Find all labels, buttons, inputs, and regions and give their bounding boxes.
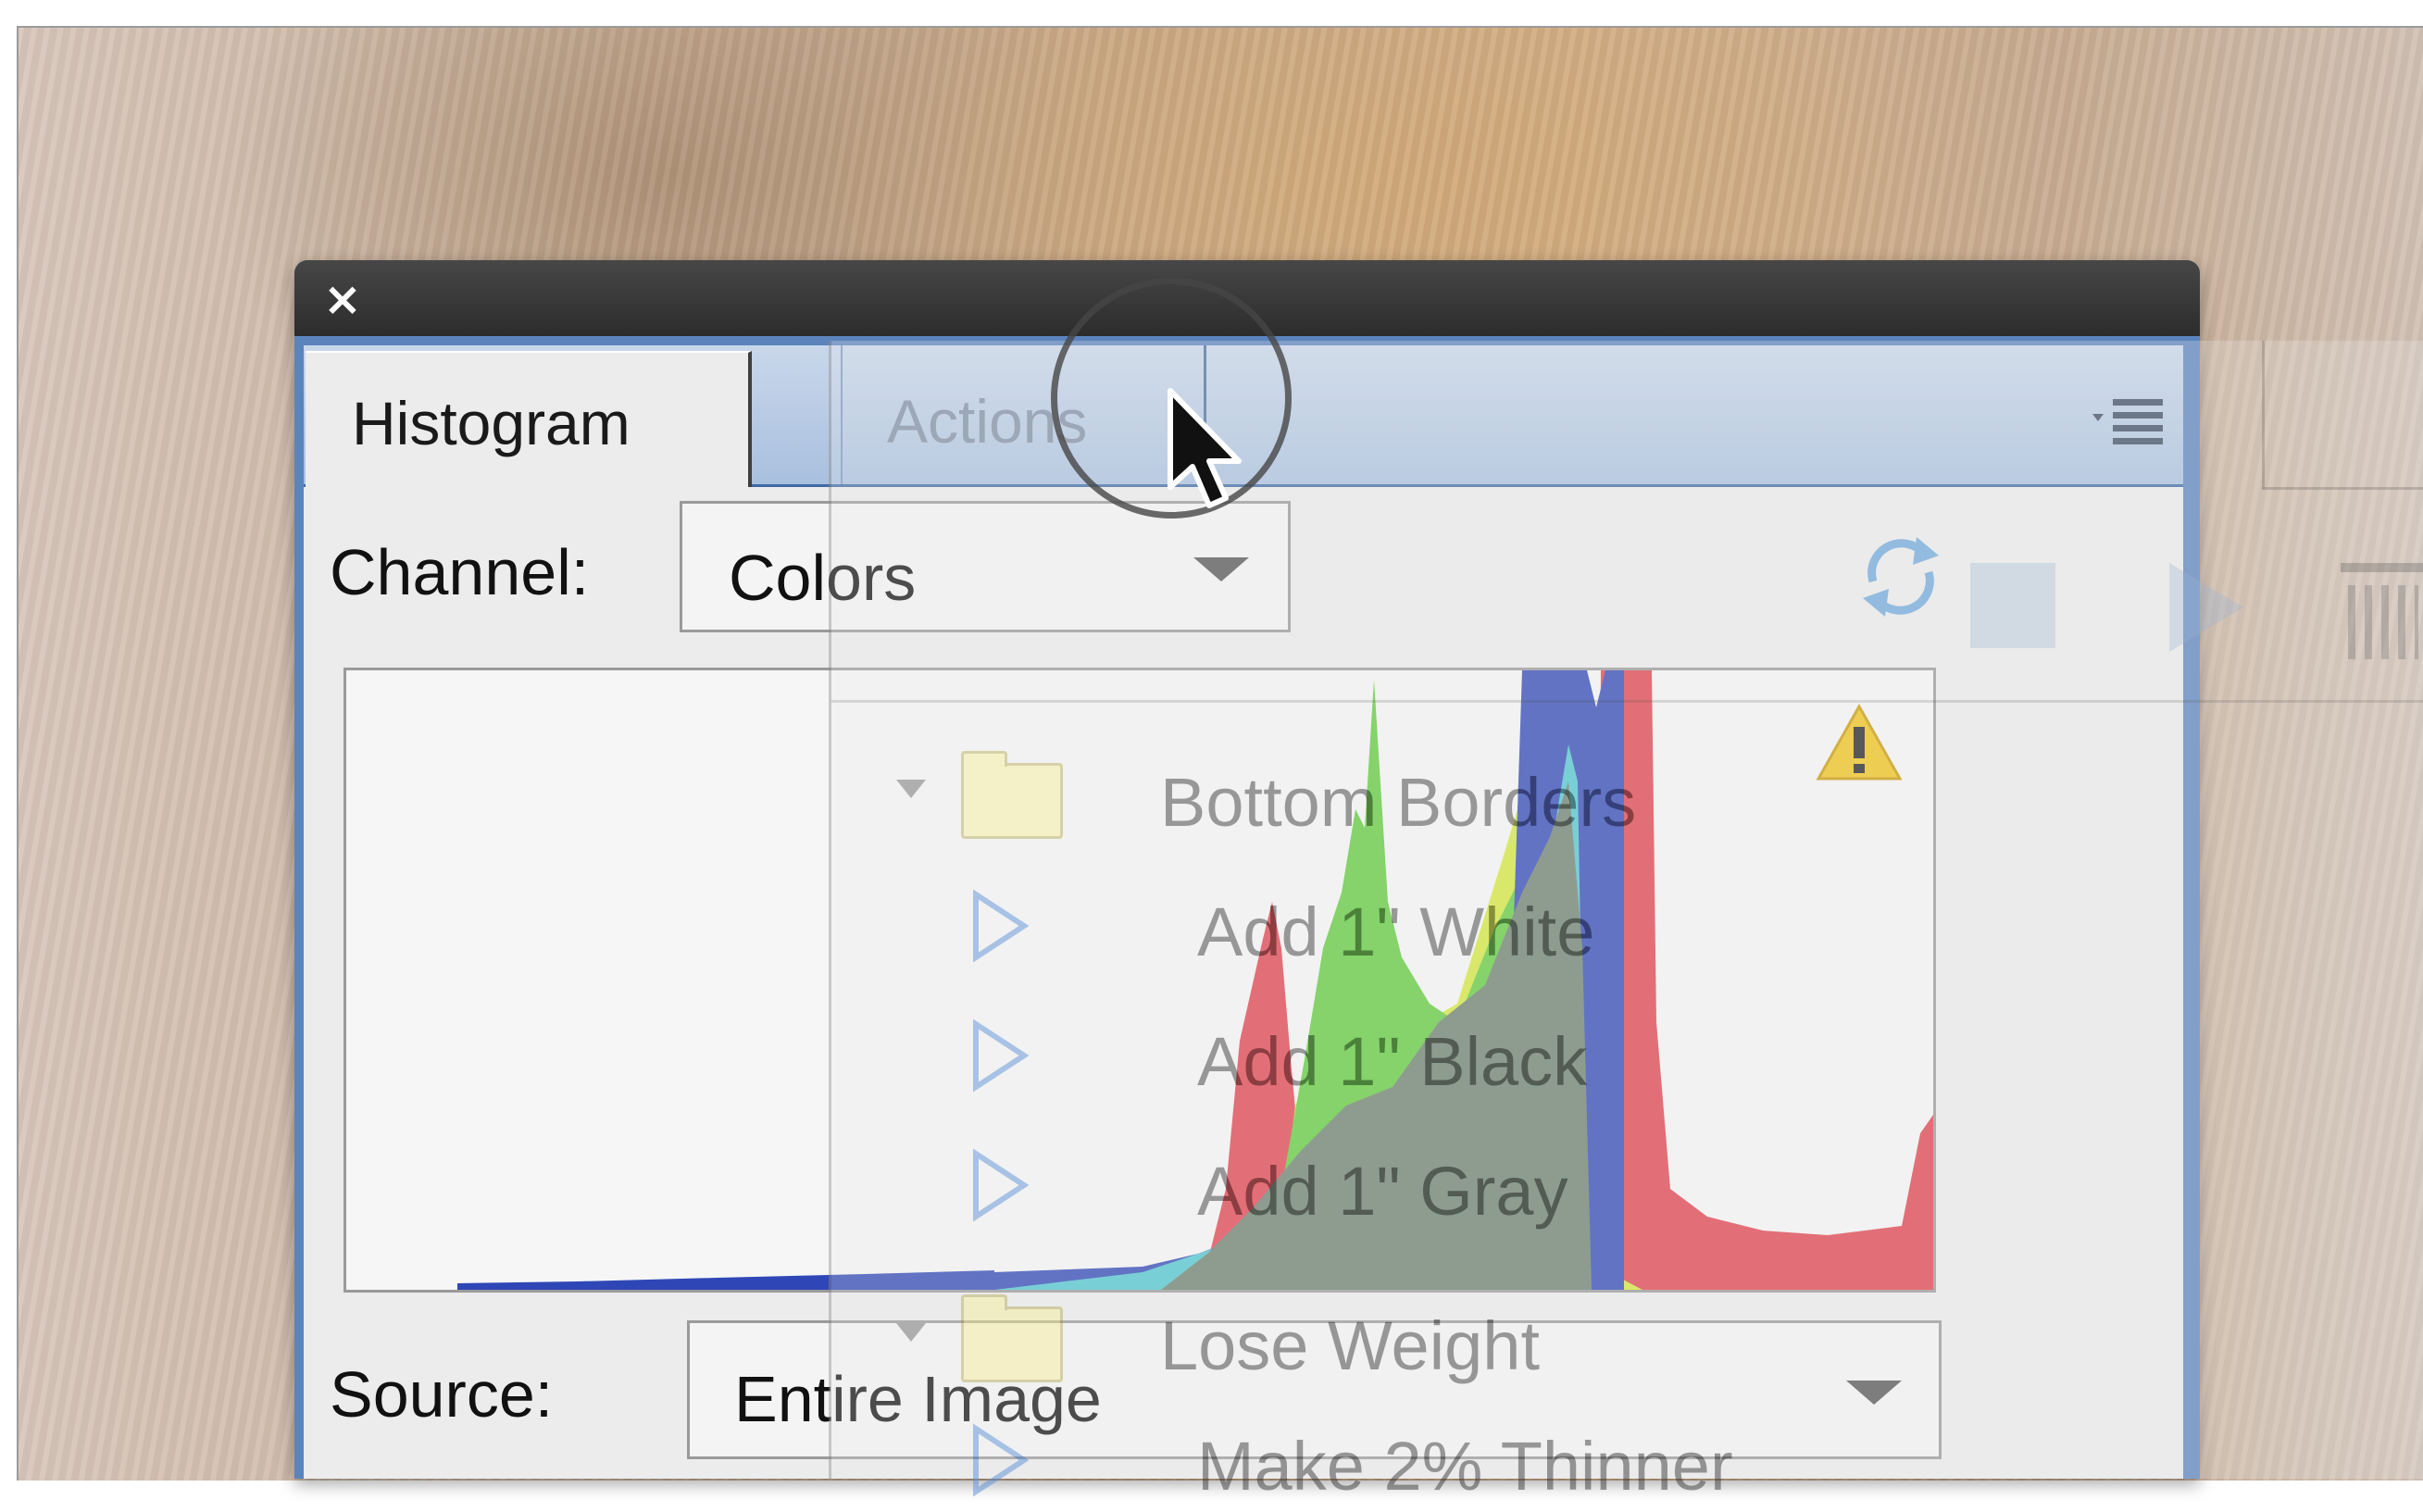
play-icon[interactable]	[2169, 563, 2243, 652]
list-item[interactable]: Make 2% Thinner	[831, 1401, 2423, 1512]
close-icon[interactable]: ×	[322, 276, 363, 322]
list-item-label: Add 1" Gray	[1197, 1153, 1568, 1230]
tab-divider	[2262, 341, 2265, 489]
list-item[interactable]: Add 1" Gray	[831, 1126, 2423, 1237]
disclosure-triangle-icon[interactable]	[896, 780, 926, 798]
list-item-label: Add 1" Black	[1197, 1023, 1588, 1100]
trash-icon[interactable]	[2341, 563, 2423, 665]
action-play-icon	[973, 1018, 1030, 1093]
list-item-label: Add 1" White	[1197, 893, 1595, 970]
action-play-icon	[973, 1148, 1030, 1222]
source-label: Source:	[330, 1358, 554, 1431]
folder-icon	[961, 751, 1063, 839]
list-item[interactable]: Lose Weight	[831, 1281, 2423, 1392]
stop-icon[interactable]	[1970, 563, 2055, 648]
channel-label: Channel:	[330, 536, 590, 608]
list-item[interactable]: Add 1" White	[831, 867, 2423, 978]
folder-icon	[961, 1294, 1063, 1382]
list-item[interactable]: Bottom Borders	[831, 737, 2423, 848]
list-item-label: Make 2% Thinner	[1197, 1428, 1733, 1505]
disclosure-triangle-icon[interactable]	[896, 1323, 926, 1342]
list-item[interactable]: Add 1" Black	[831, 996, 2423, 1107]
tab-divider-line	[2262, 487, 2423, 490]
tab-histogram-label: Histogram	[352, 389, 631, 457]
list-item-label: Bottom Borders	[1160, 764, 1637, 841]
actions-panel-drag-preview[interactable]: Bottom Borders Add 1" White Add 1" Black…	[829, 341, 2423, 1505]
tab-histogram[interactable]: Histogram	[306, 351, 752, 492]
list-item-label: Lose Weight	[1160, 1307, 1540, 1384]
action-play-icon	[973, 1423, 1030, 1497]
action-play-icon	[973, 889, 1030, 963]
refresh-icon[interactable]	[1850, 517, 1952, 628]
mouse-cursor-icon	[1168, 388, 1242, 508]
